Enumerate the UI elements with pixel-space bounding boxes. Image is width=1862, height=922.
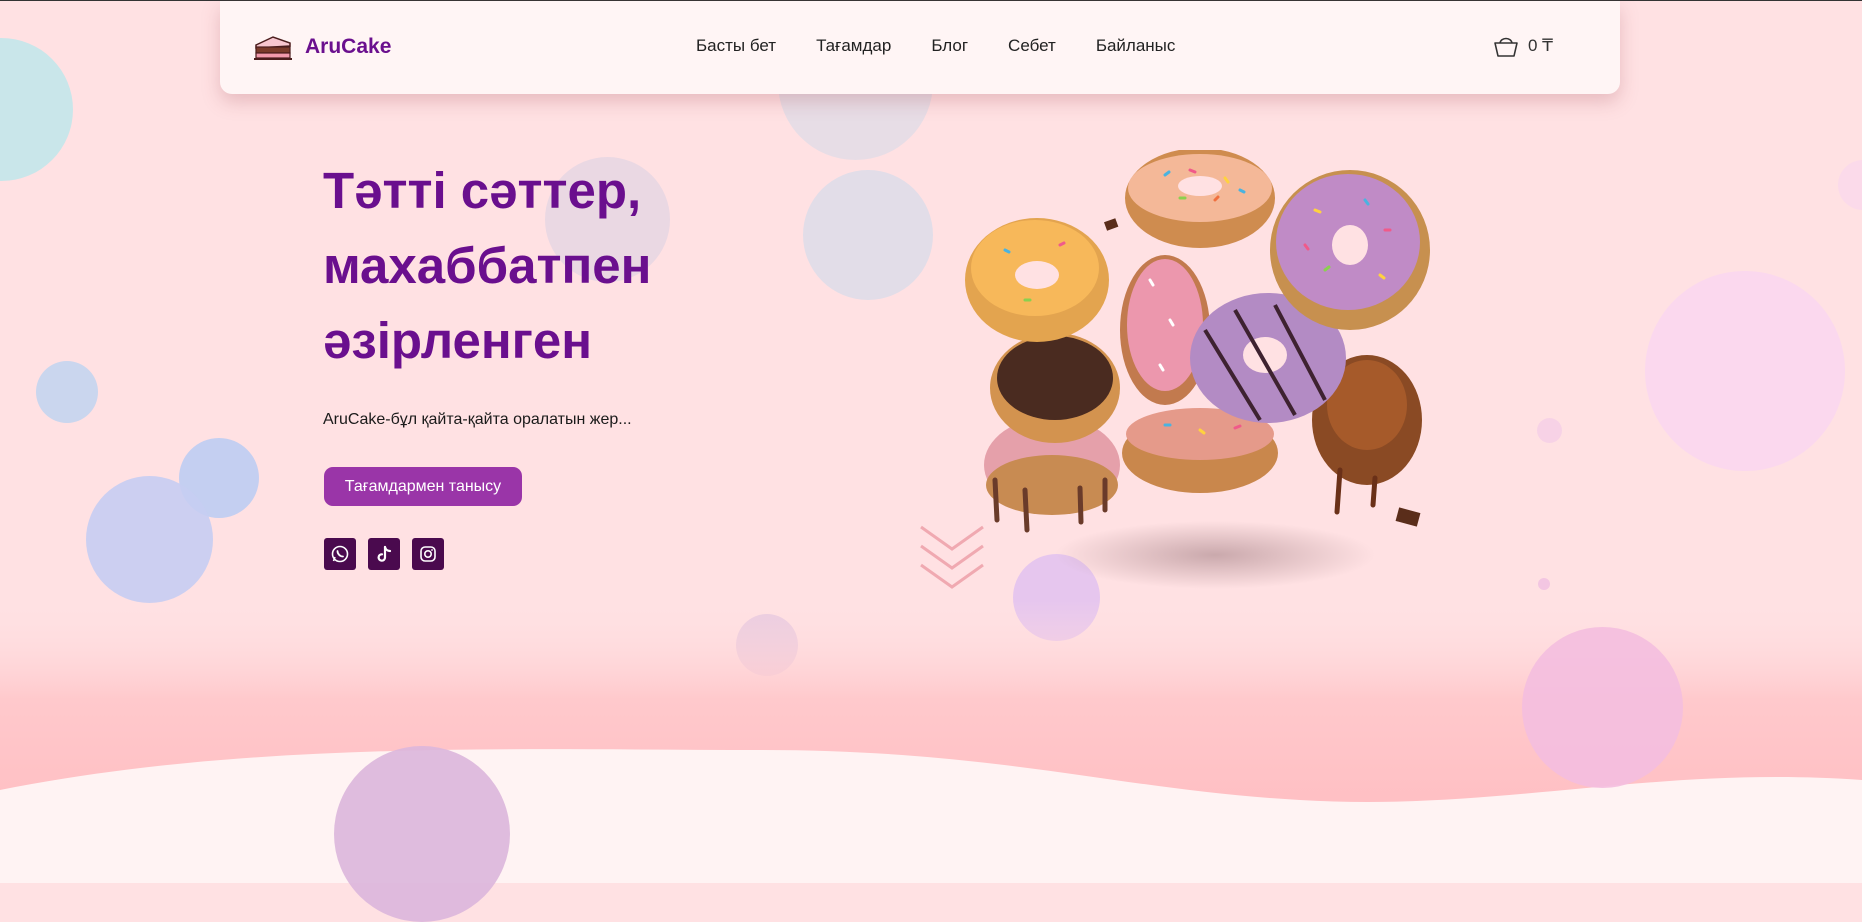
background-bubble [803,170,933,300]
background-bubble [1838,160,1862,210]
instagram-link[interactable] [412,538,444,570]
tiktok-link[interactable] [368,538,400,570]
background-bubble [86,476,213,603]
background-bubble [0,38,73,181]
browse-dishes-button[interactable]: Тағамдармен танысу [324,467,522,506]
background-bubble [1522,627,1683,788]
donuts-image [965,150,1430,589]
nav-link-cart[interactable]: Себет [1008,36,1056,56]
brand-name: AruCake [305,35,392,58]
hero-subtitle: AruCake-бұл қайта-қайта оралатын жер... [323,411,632,428]
instagram-icon [420,546,436,562]
nav-link-contact[interactable]: Байланыс [1096,36,1176,56]
whatsapp-icon [331,545,349,563]
cart-button[interactable]: 0 ₸ [1493,34,1553,58]
basket-icon [1494,37,1518,57]
background-bubble [1538,578,1550,590]
nav-link-dishes[interactable]: Тағамдар [816,36,891,56]
header-navbar: AruCake Басты бет Тағамдар Блог Себет Ба… [220,1,1620,94]
hero-title: Тәтті сәттер, махаббатпен әзірленген [323,162,652,369]
cart-total: 0 ₸ [1528,36,1553,55]
social-links [324,538,444,570]
main-menu: Басты бет Тағамдар Блог Себет Байланыс [696,36,1175,56]
cake-icon [254,36,292,60]
whatsapp-link[interactable] [324,538,356,570]
background-bubble [1645,271,1845,471]
background-bubble [334,746,510,922]
nav-link-blog[interactable]: Блог [931,36,968,56]
brand-logo[interactable]: AruCake [253,33,391,61]
background-bubble [36,361,98,423]
nav-link-home[interactable]: Басты бет [696,36,776,56]
background-bubble [1537,418,1562,443]
tiktok-icon [377,545,392,562]
